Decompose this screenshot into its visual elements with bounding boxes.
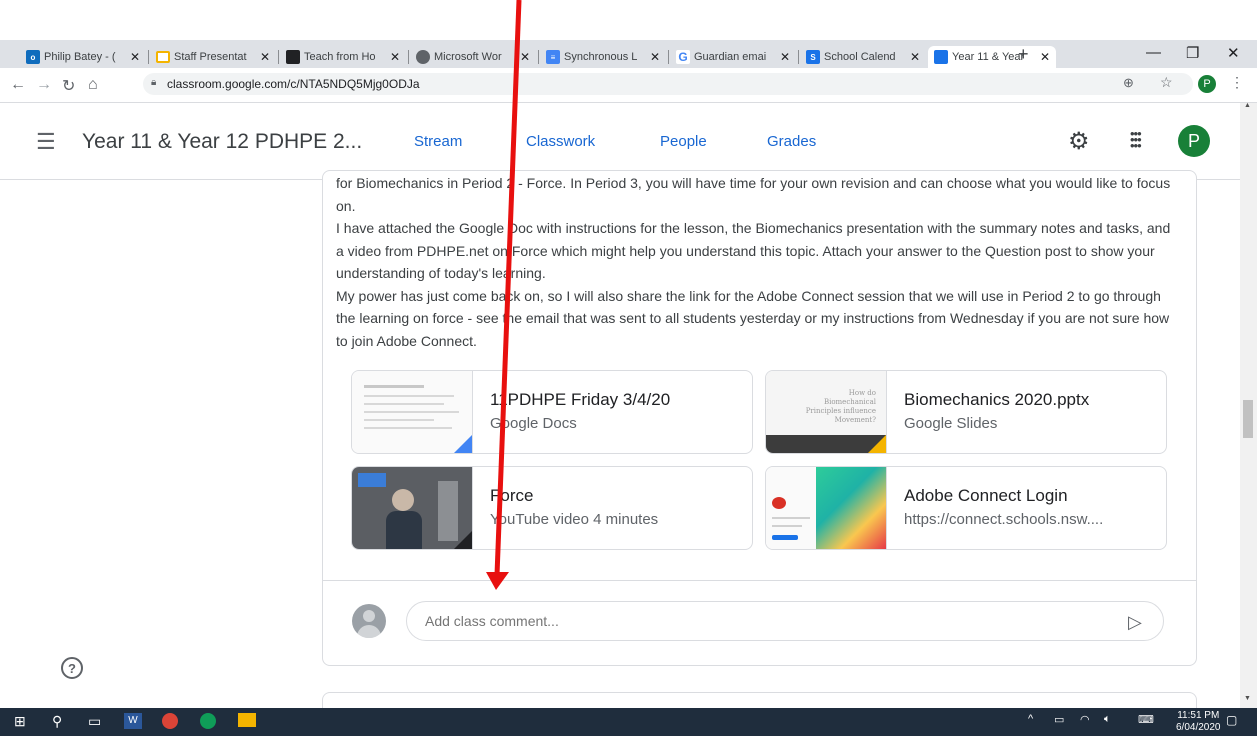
notifications-icon[interactable]: ▢ xyxy=(1226,713,1237,727)
battery-icon[interactable]: ▭ xyxy=(1054,713,1064,726)
annotation-arrow xyxy=(486,0,522,590)
task-view-icon[interactable]: ▭ xyxy=(88,713,101,730)
wifi-icon[interactable]: ◠ xyxy=(1080,713,1090,726)
taskbar-clock[interactable]: 11:51 PM 6/04/2020 xyxy=(1176,710,1221,734)
tray-chevron-icon[interactable]: ^ xyxy=(1028,713,1033,725)
file-explorer-icon[interactable] xyxy=(238,713,256,727)
clock-date: 6/04/2020 xyxy=(1176,722,1221,733)
arrow-line xyxy=(494,0,522,576)
chrome-icon[interactable] xyxy=(162,713,178,729)
keyboard-icon[interactable]: ⌨ xyxy=(1138,713,1154,726)
windows-start-icon[interactable]: ⊞ xyxy=(14,713,26,730)
chrome-profile-icon[interactable] xyxy=(200,713,216,729)
clock-time: 11:51 PM xyxy=(1177,710,1220,721)
search-icon[interactable]: ⚲ xyxy=(52,713,62,730)
windows-taskbar: ⊞ ⚲ ▭ W ^ ▭ ◠ 🔈︎ ⌨ ▢ xyxy=(0,708,1257,736)
volume-icon[interactable]: 🔈︎ xyxy=(1104,713,1111,726)
word-icon[interactable]: W xyxy=(124,713,142,729)
arrow-head xyxy=(486,572,509,590)
